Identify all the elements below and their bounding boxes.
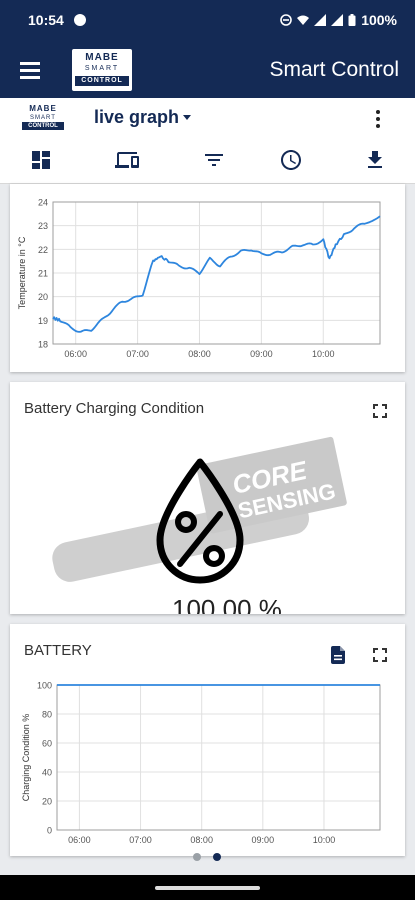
download-icon[interactable] bbox=[363, 148, 387, 172]
y-axis-label: Temperature in °C bbox=[17, 236, 27, 309]
temperature-card: 18 19 20 21 22 23 24 06:00 07:00 08:00 09:00 10:00 T… bbox=[10, 184, 405, 372]
y-tick-label: 60 bbox=[42, 739, 52, 749]
plot-area bbox=[56, 684, 381, 831]
y-tick-label: 20 bbox=[38, 292, 48, 302]
view-dropdown-label: live graph bbox=[94, 107, 180, 127]
y-axis-label: Charging Condition % bbox=[21, 714, 31, 802]
device-logo-line-2: SMART bbox=[30, 115, 56, 121]
battery-icon bbox=[348, 14, 356, 26]
signal-icon-2 bbox=[331, 14, 344, 26]
logo-line-3: CONTROL bbox=[75, 76, 129, 86]
brand-logo: MABE SMART CONTROL bbox=[72, 49, 132, 91]
status-time: 10:54 bbox=[28, 12, 64, 28]
x-tick-label: 08:00 bbox=[190, 835, 213, 845]
wifi-icon bbox=[297, 15, 310, 25]
dashboard-icon[interactable] bbox=[29, 148, 53, 172]
x-tick-label: 10:00 bbox=[313, 835, 336, 845]
x-tick-label: 07:00 bbox=[126, 349, 149, 359]
message-notification-icon bbox=[74, 14, 86, 26]
y-tick-label: 20 bbox=[42, 797, 52, 807]
page-indicator-dot-active[interactable] bbox=[213, 853, 221, 861]
menu-icon[interactable] bbox=[20, 62, 40, 79]
logo-line-2: SMART bbox=[84, 65, 120, 72]
more-options-icon[interactable] bbox=[375, 110, 381, 130]
status-bar: 10:54 100% bbox=[0, 0, 415, 42]
y-tick-label: 23 bbox=[38, 221, 48, 231]
y-tick-label: 40 bbox=[42, 768, 52, 778]
temperature-chart: 18 19 20 21 22 23 24 06:00 07:00 08:00 09:00 10:00 T… bbox=[17, 198, 381, 359]
y-tick-label: 22 bbox=[38, 245, 48, 255]
x-tick-label: 10:00 bbox=[312, 349, 335, 359]
devices-icon[interactable] bbox=[115, 148, 139, 172]
battery-chart: 0 20 40 60 80 100 06:00 07:00 08:00 09:00 10:00 Cha… bbox=[21, 681, 381, 845]
app-bar: MABE SMART CONTROL Smart Control bbox=[0, 42, 415, 98]
charging-condition-value: 100.00 % bbox=[172, 594, 282, 614]
signal-icon bbox=[314, 14, 327, 26]
device-logo-line-1: MABE bbox=[29, 104, 57, 113]
battery-card: BATTERY 0 20 40 60 80 100 06:00 07:00 08:00 09:00… bbox=[10, 624, 405, 856]
app-title: Smart Control bbox=[269, 58, 399, 81]
y-tick-label: 19 bbox=[38, 316, 48, 326]
y-tick-label: 100 bbox=[37, 681, 52, 691]
humidity-percent-icon bbox=[156, 458, 244, 584]
caret-down-icon bbox=[183, 115, 192, 120]
toolbar: MABE SMART CONTROL live graph bbox=[0, 98, 415, 184]
filter-icon[interactable] bbox=[202, 148, 226, 172]
history-icon[interactable] bbox=[279, 148, 303, 172]
x-tick-label: 06:00 bbox=[64, 349, 87, 359]
y-tick-label: 80 bbox=[42, 710, 52, 720]
home-gesture-handle[interactable] bbox=[155, 886, 260, 890]
battery-percent: 100% bbox=[361, 12, 397, 28]
y-tick-label: 24 bbox=[38, 198, 48, 208]
page-indicator-dot[interactable] bbox=[193, 853, 201, 861]
view-dropdown[interactable]: live graph bbox=[94, 107, 192, 128]
device-logo: MABE SMART CONTROL bbox=[22, 104, 64, 134]
y-tick-label: 0 bbox=[47, 826, 52, 836]
x-tick-label: 09:00 bbox=[252, 835, 275, 845]
x-tick-label: 07:00 bbox=[129, 835, 152, 845]
status-icons: 100% bbox=[280, 12, 397, 28]
y-tick-label: 21 bbox=[38, 269, 48, 279]
dnd-icon bbox=[280, 14, 292, 26]
x-tick-label: 08:00 bbox=[188, 349, 211, 359]
device-logo-line-3: CONTROL bbox=[22, 122, 64, 130]
system-nav-bar bbox=[0, 875, 415, 900]
x-tick-label: 09:00 bbox=[250, 349, 273, 359]
x-tick-label: 06:00 bbox=[68, 835, 91, 845]
logo-line-1: MABE bbox=[85, 52, 119, 63]
y-tick-label: 18 bbox=[38, 340, 48, 350]
charging-condition-card: Battery Charging Condition CORE SENSING … bbox=[10, 382, 405, 614]
